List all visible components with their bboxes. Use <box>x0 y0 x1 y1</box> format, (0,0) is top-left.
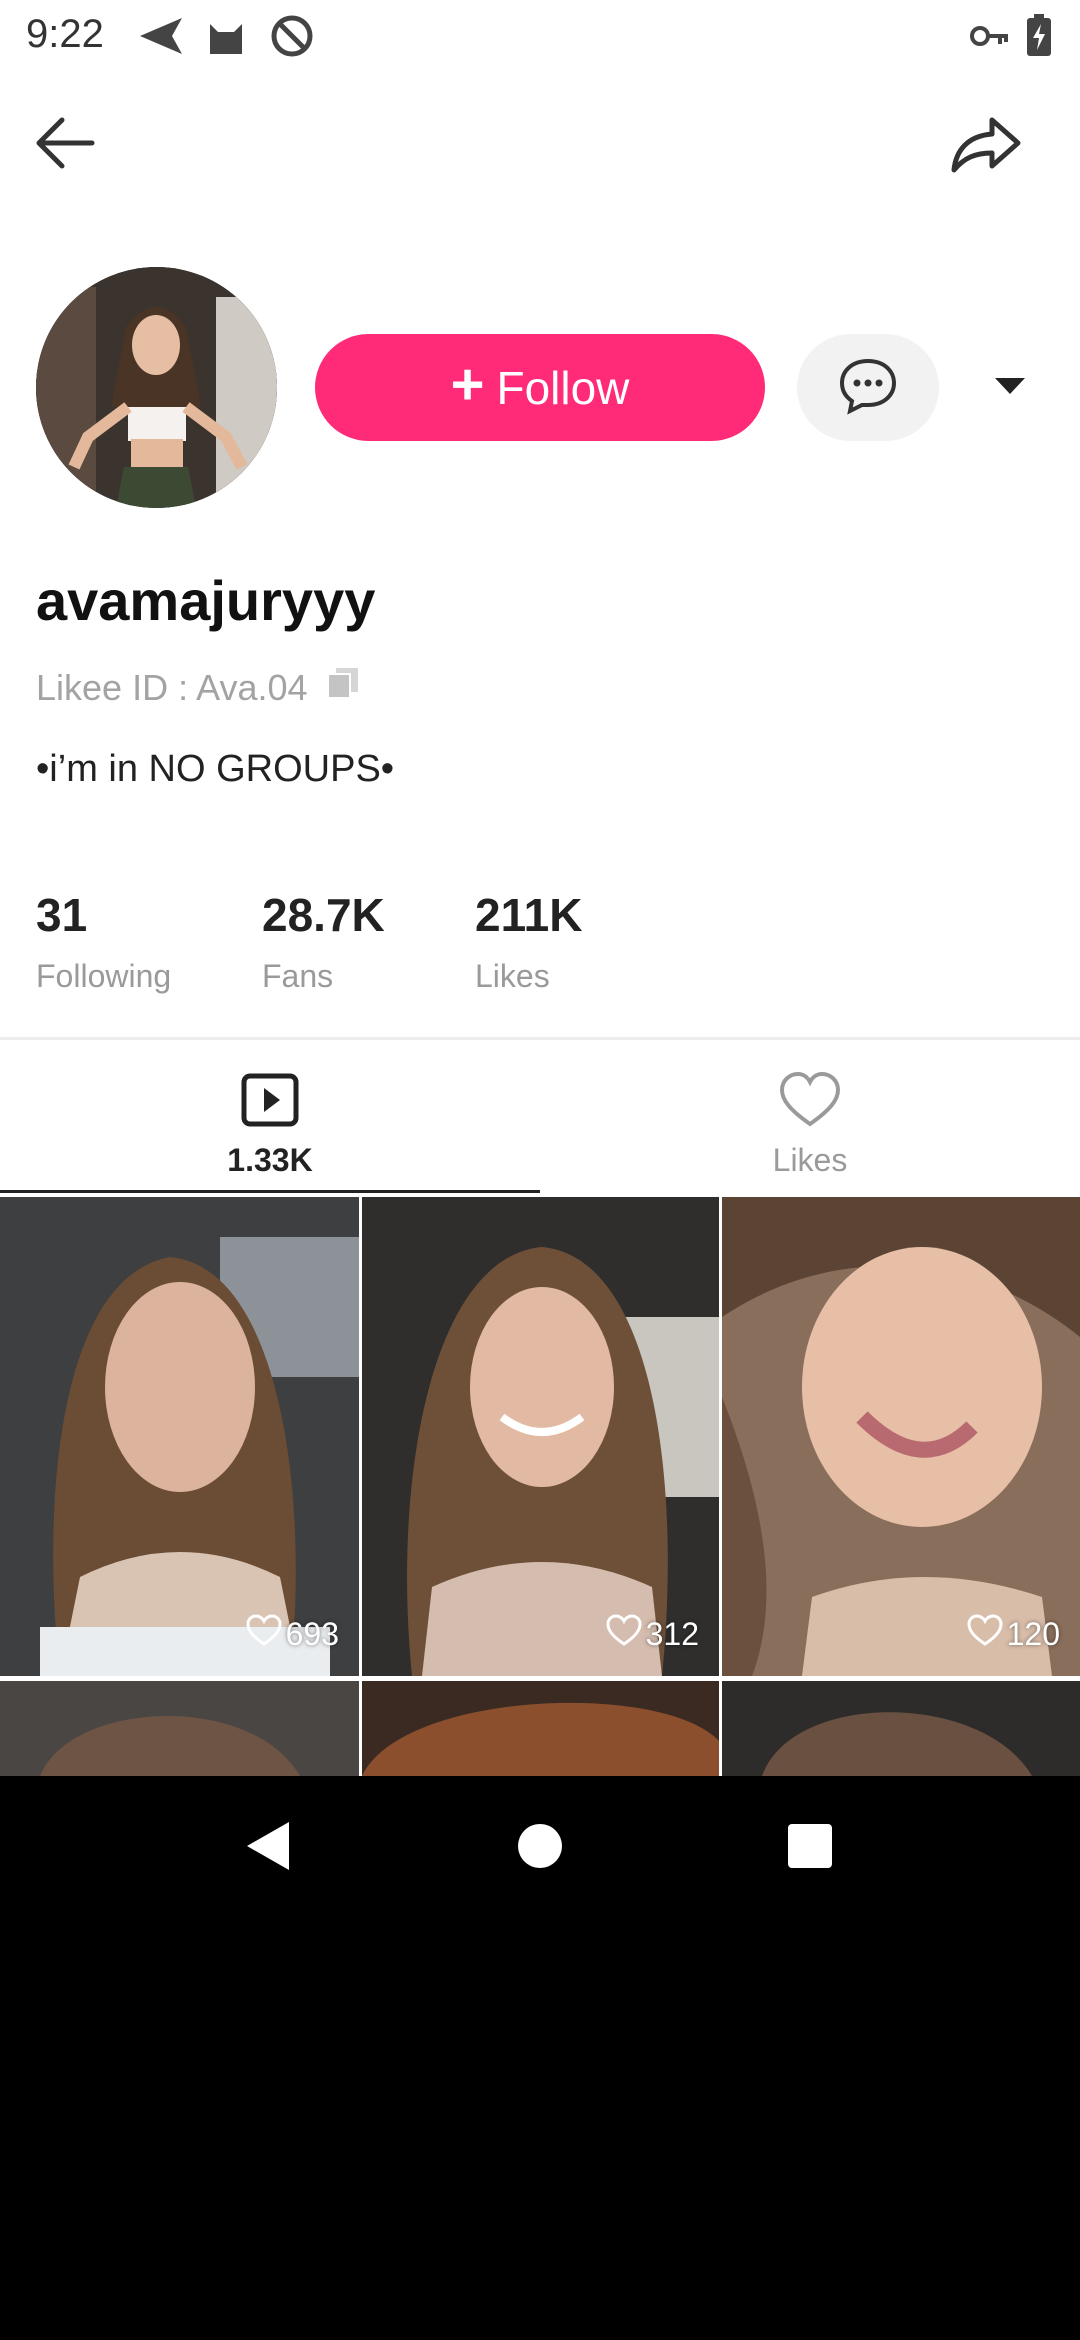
chat-bubble-icon <box>838 355 898 420</box>
caret-down-icon <box>993 376 1027 401</box>
status-bar: 9:22 <box>0 0 1080 72</box>
follow-label: Follow <box>496 361 630 414</box>
more-dropdown-button[interactable] <box>980 360 1040 416</box>
key-icon <box>968 14 1014 58</box>
nav-home-button[interactable] <box>500 1808 580 1888</box>
arrow-left-icon <box>22 117 112 192</box>
video-likes: 693 <box>246 1614 339 1654</box>
copy-icon[interactable] <box>326 666 360 709</box>
stat-likes[interactable]: 211K Likes <box>475 888 582 995</box>
video-likes: 312 <box>606 1614 699 1654</box>
stat-value: 211K <box>475 889 583 941</box>
stat-fans[interactable]: 28.7K Fans <box>262 888 385 995</box>
battery-charging-icon <box>1024 14 1054 58</box>
video-thumbnail[interactable]: 120 <box>722 1197 1080 1676</box>
heart-icon <box>778 1070 842 1130</box>
video-icon <box>238 1070 302 1130</box>
stat-following[interactable]: 31 Following <box>36 888 171 995</box>
video-thumbnail[interactable] <box>362 1681 719 1776</box>
tab-likes-label: Likes <box>772 1142 848 1178</box>
heart-outline-icon <box>246 1614 282 1654</box>
heart-outline-icon <box>967 1614 1003 1654</box>
active-tab-indicator <box>0 1190 540 1193</box>
video-thumbnail[interactable]: 312 <box>362 1197 719 1676</box>
message-button[interactable] <box>797 334 939 441</box>
send-icon <box>138 14 184 58</box>
tab-videos[interactable]: 1.33K <box>0 1040 540 1192</box>
nav-recents-icon <box>786 1822 834 1875</box>
share-button[interactable] <box>940 98 1030 188</box>
tab-likes[interactable]: Likes <box>540 1040 1080 1192</box>
cat-icon <box>204 14 250 58</box>
likee-id-text: Likee ID : Ava.04 <box>36 666 308 708</box>
bio: •i’m in NO GROUPS• <box>36 748 395 790</box>
video-thumbnail[interactable]: 693 <box>0 1197 359 1676</box>
plus-icon: + <box>450 351 485 417</box>
at-sign-icon <box>270 14 316 58</box>
avatar[interactable] <box>36 267 277 508</box>
share-icon <box>940 117 1030 192</box>
video-likes-count: 312 <box>645 1615 699 1652</box>
profile-screen: 9:22 + Follow avamajuryyy Likee ID: Ava… <box>0 0 1080 1776</box>
nav-back-icon <box>243 1818 293 1879</box>
nav-recents-button[interactable] <box>770 1808 850 1888</box>
nav-back-button[interactable] <box>228 1808 308 1888</box>
video-thumbnail[interactable] <box>722 1681 1080 1776</box>
video-likes: 120 <box>967 1614 1060 1654</box>
stat-value: 28.7K <box>262 889 385 941</box>
video-likes-count: 693 <box>285 1615 339 1652</box>
likee-id-row: Likee ID : Ava.04 <box>36 666 360 709</box>
system-navigation-bar <box>0 1776 1080 1920</box>
stat-label: Fans <box>262 958 334 994</box>
back-button[interactable] <box>22 98 112 188</box>
status-time: 9:22 <box>26 12 104 56</box>
video-likes-count: 120 <box>1006 1615 1060 1652</box>
nav-home-icon <box>516 1822 564 1875</box>
video-thumbnail[interactable] <box>0 1681 359 1776</box>
stat-label: Following <box>36 958 172 994</box>
username: avamajuryyy <box>36 569 376 632</box>
tab-videos-label: 1.33K <box>227 1142 313 1178</box>
stat-value: 31 <box>36 889 88 941</box>
heart-outline-icon <box>606 1614 642 1654</box>
follow-button[interactable]: + Follow <box>315 334 765 441</box>
stat-label: Likes <box>475 958 550 994</box>
